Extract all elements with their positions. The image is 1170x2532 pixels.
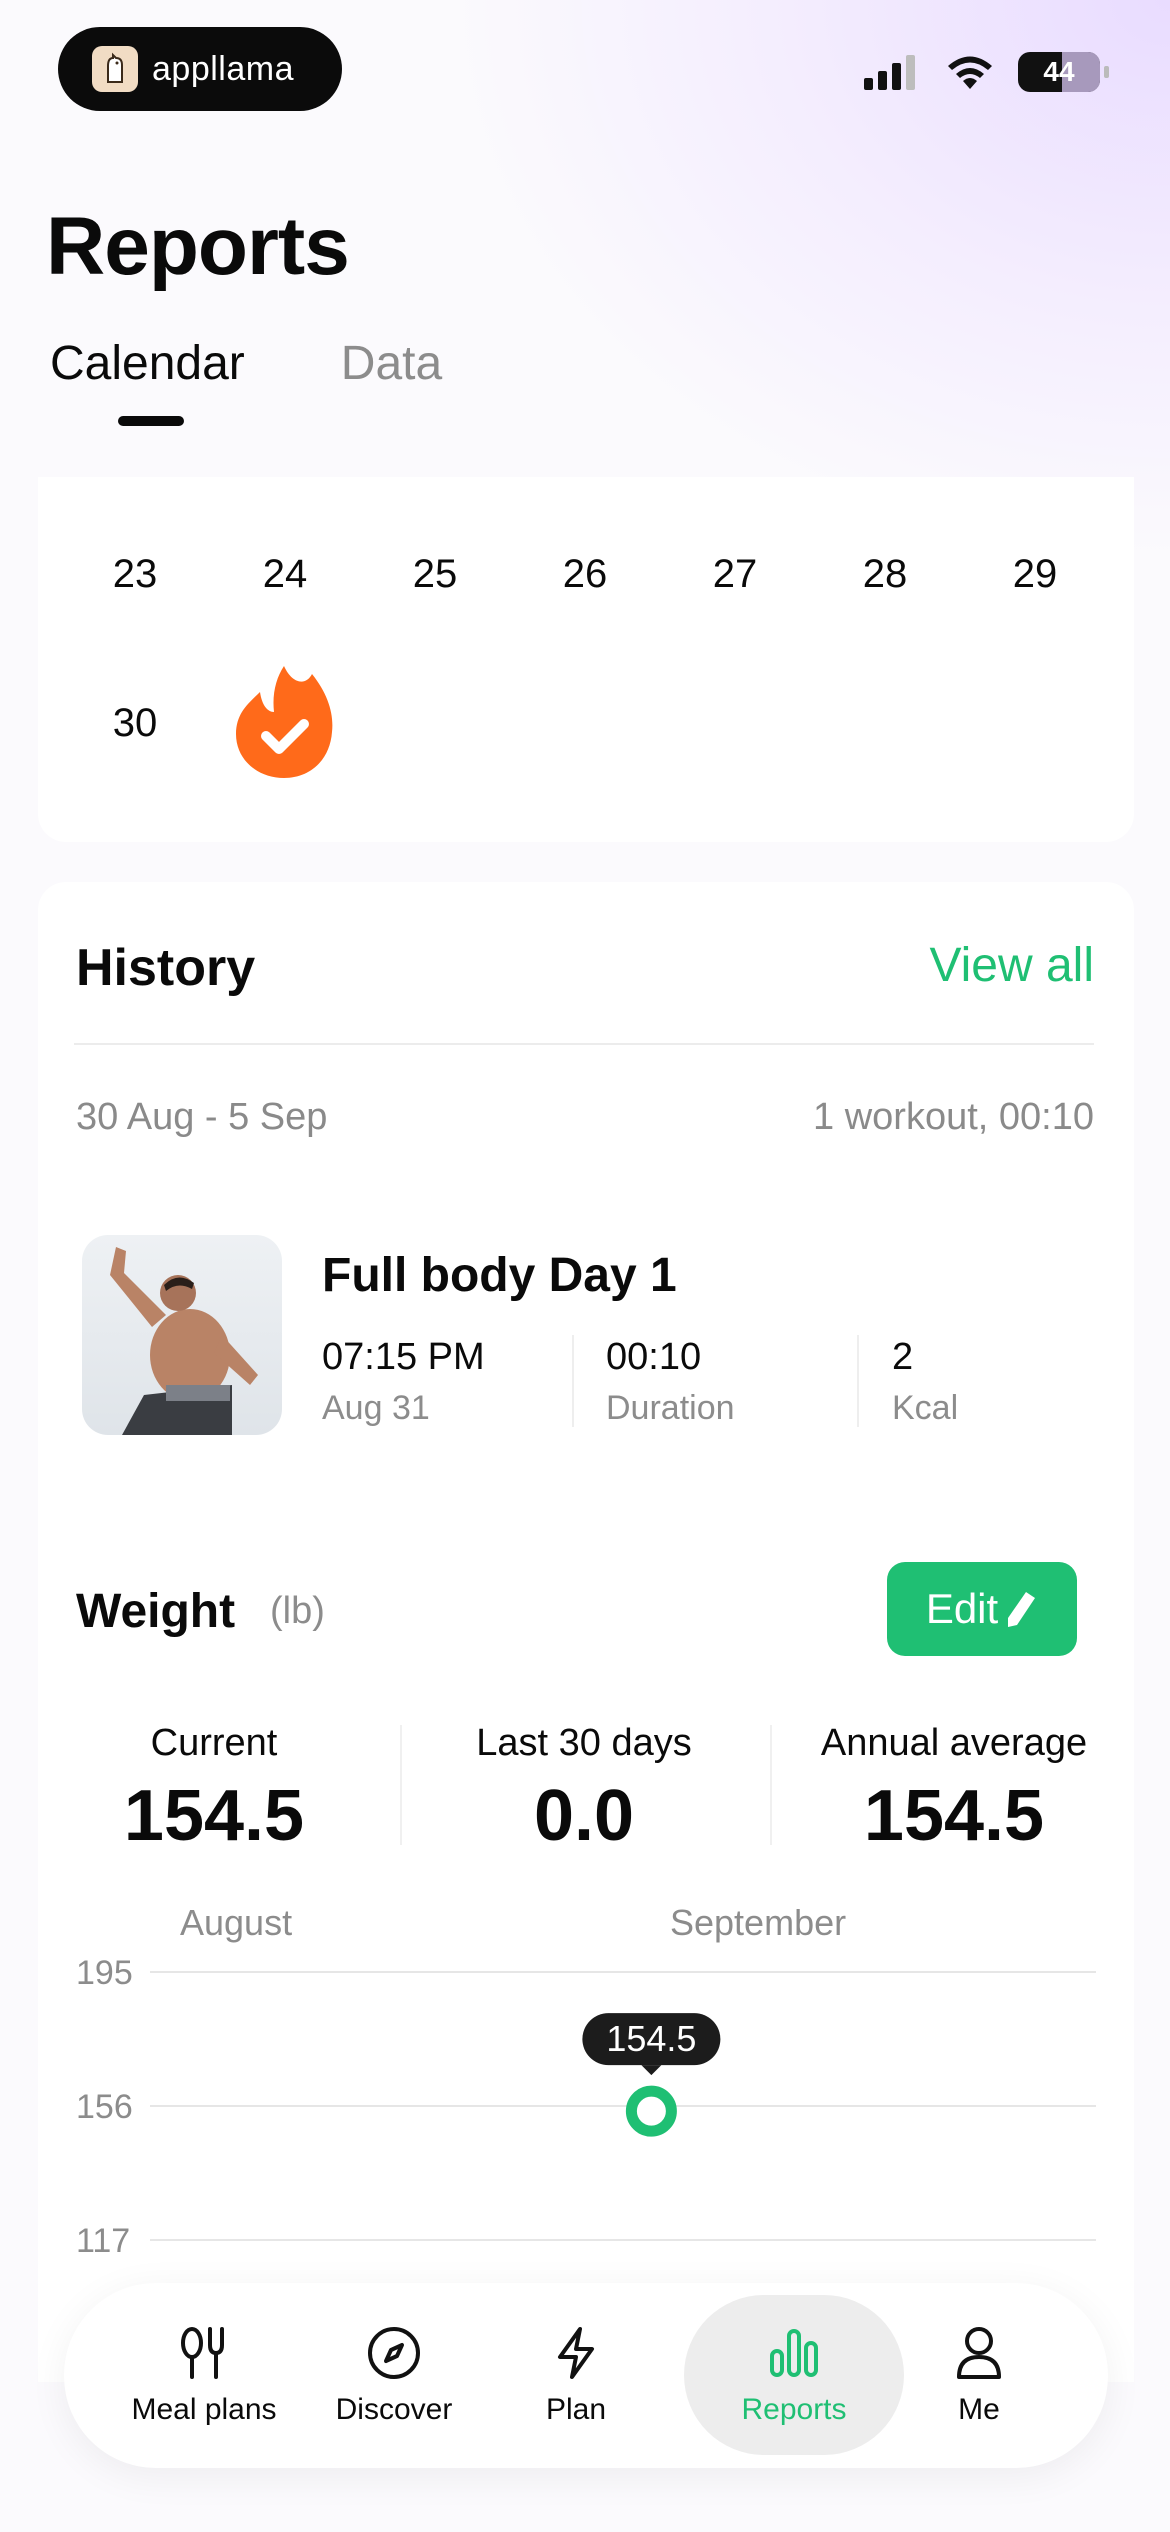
divider bbox=[572, 1335, 574, 1427]
pencil-icon bbox=[1008, 1592, 1036, 1627]
calendar-day[interactable]: 29 bbox=[960, 552, 1110, 597]
data-label: 154.5 bbox=[606, 2018, 696, 2059]
workout-time: 07:15 PM bbox=[322, 1336, 485, 1378]
workout-date: Aug 31 bbox=[322, 1389, 430, 1427]
person-icon bbox=[957, 2326, 1001, 2379]
chart-month-label: August bbox=[180, 1902, 293, 1943]
weight-stat-label: Current bbox=[150, 1722, 278, 1764]
llama-logo-icon bbox=[92, 46, 138, 92]
wifi-icon bbox=[948, 56, 992, 89]
divider bbox=[857, 1335, 859, 1427]
workout-time-stat: 07:15 PM Aug 31 bbox=[322, 1336, 485, 1428]
weight-stat-value: 154.5 bbox=[863, 1776, 1045, 1856]
calendar-day[interactable]: 27 bbox=[660, 552, 810, 597]
nav-label: Plan bbox=[545, 2392, 607, 2426]
calendar-day[interactable]: 26 bbox=[510, 552, 660, 597]
chart-month-label: September bbox=[670, 1902, 847, 1943]
weight-stat-value: 0.0 bbox=[533, 1776, 635, 1856]
calendar-card bbox=[38, 477, 1134, 842]
calendar-week-row: 23 24 25 26 27 28 29 bbox=[60, 552, 1110, 597]
divider bbox=[400, 1725, 402, 1845]
divider bbox=[74, 1043, 1094, 1045]
weight-stat-last-30-days: Last 30 days 0.0 bbox=[414, 1722, 754, 1857]
workout-thumbnail[interactable] bbox=[82, 1235, 282, 1435]
view-all-link[interactable]: View all bbox=[929, 938, 1094, 993]
tab-calendar[interactable]: Calendar bbox=[50, 336, 245, 426]
status-icons: 44 bbox=[862, 52, 1109, 92]
weight-chart: 195 156 117 154.5 bbox=[76, 1954, 1096, 2260]
y-tick-label: 195 bbox=[76, 1954, 133, 1992]
workout-kcal-label: Kcal bbox=[892, 1389, 959, 1427]
cellular-signal-icon bbox=[864, 55, 915, 90]
workout-duration-label: Duration bbox=[606, 1389, 735, 1427]
nav-item-discover[interactable]: Discover bbox=[314, 2283, 474, 2468]
edit-button-label: Edit bbox=[925, 1585, 999, 1632]
calendar-day[interactable]: 25 bbox=[360, 552, 510, 597]
calendar-day[interactable]: 24 bbox=[210, 552, 360, 597]
app-name: appllama bbox=[152, 49, 294, 88]
nav-label: Reports bbox=[741, 2392, 847, 2426]
weight-stat-label: Last 30 days bbox=[476, 1722, 692, 1764]
workout-kcal-stat: 2 Kcal bbox=[892, 1336, 958, 1428]
data-point[interactable] bbox=[625, 2085, 677, 2137]
nav-item-plan[interactable]: Plan bbox=[516, 2283, 636, 2468]
workout-duration: 00:10 bbox=[606, 1336, 702, 1378]
battery-level: 44 bbox=[1043, 56, 1075, 87]
nav-label: Me bbox=[958, 2392, 1000, 2426]
nav-item-meal-plans[interactable]: Meal plans bbox=[114, 2283, 294, 2468]
calendar-week-row: 30 bbox=[60, 701, 210, 746]
divider bbox=[770, 1725, 772, 1845]
history-summary: 1 workout, 00:10 bbox=[813, 1096, 1094, 1138]
history-title: History bbox=[76, 939, 256, 997]
weight-stat-annual-average: Annual average 154.5 bbox=[784, 1722, 1124, 1857]
nav-item-me[interactable]: Me bbox=[934, 2283, 1024, 2468]
data-tooltip: 154.5 bbox=[582, 2013, 721, 2076]
nav-item-reports[interactable]: Reports bbox=[704, 2283, 884, 2468]
meal-plans-icon bbox=[181, 2326, 224, 2379]
workout-kcal: 2 bbox=[892, 1336, 914, 1378]
compass-icon bbox=[368, 2326, 420, 2379]
calendar-day[interactable]: 23 bbox=[60, 552, 210, 597]
workout-title[interactable]: Full body Day 1 bbox=[322, 1248, 677, 1303]
weight-stat-label: Annual average bbox=[820, 1722, 1088, 1764]
workout-duration-stat: 00:10 Duration bbox=[606, 1336, 735, 1428]
flame-check-icon[interactable] bbox=[232, 662, 336, 780]
weight-unit: (lb) bbox=[270, 1590, 325, 1632]
nav-label: Meal plans bbox=[131, 2392, 277, 2426]
weight-title: Weight bbox=[76, 1585, 236, 1638]
bar-chart-icon bbox=[770, 2328, 818, 2377]
battery-icon: 44 bbox=[1018, 52, 1109, 92]
y-tick-label: 156 bbox=[76, 2088, 133, 2126]
y-tick-label: 117 bbox=[76, 2222, 130, 2260]
weight-stat-current: Current 154.5 bbox=[44, 1722, 384, 1857]
app-badge[interactable]: appllama bbox=[58, 27, 342, 111]
tab-data[interactable]: Data bbox=[341, 336, 442, 391]
bottom-nav: Meal plans Discover Plan Reports Me bbox=[64, 2283, 1108, 2468]
calendar-day[interactable]: 28 bbox=[810, 552, 960, 597]
lightning-icon bbox=[558, 2326, 594, 2379]
calendar-day[interactable]: 30 bbox=[60, 701, 210, 746]
nav-label: Discover bbox=[335, 2392, 453, 2426]
history-range: 30 Aug - 5 Sep bbox=[76, 1096, 328, 1138]
edit-weight-button[interactable]: Edit bbox=[887, 1562, 1077, 1656]
tab-bar: Calendar Data bbox=[50, 336, 442, 426]
weight-stat-value: 154.5 bbox=[123, 1776, 305, 1856]
page-title: Reports bbox=[46, 201, 350, 292]
